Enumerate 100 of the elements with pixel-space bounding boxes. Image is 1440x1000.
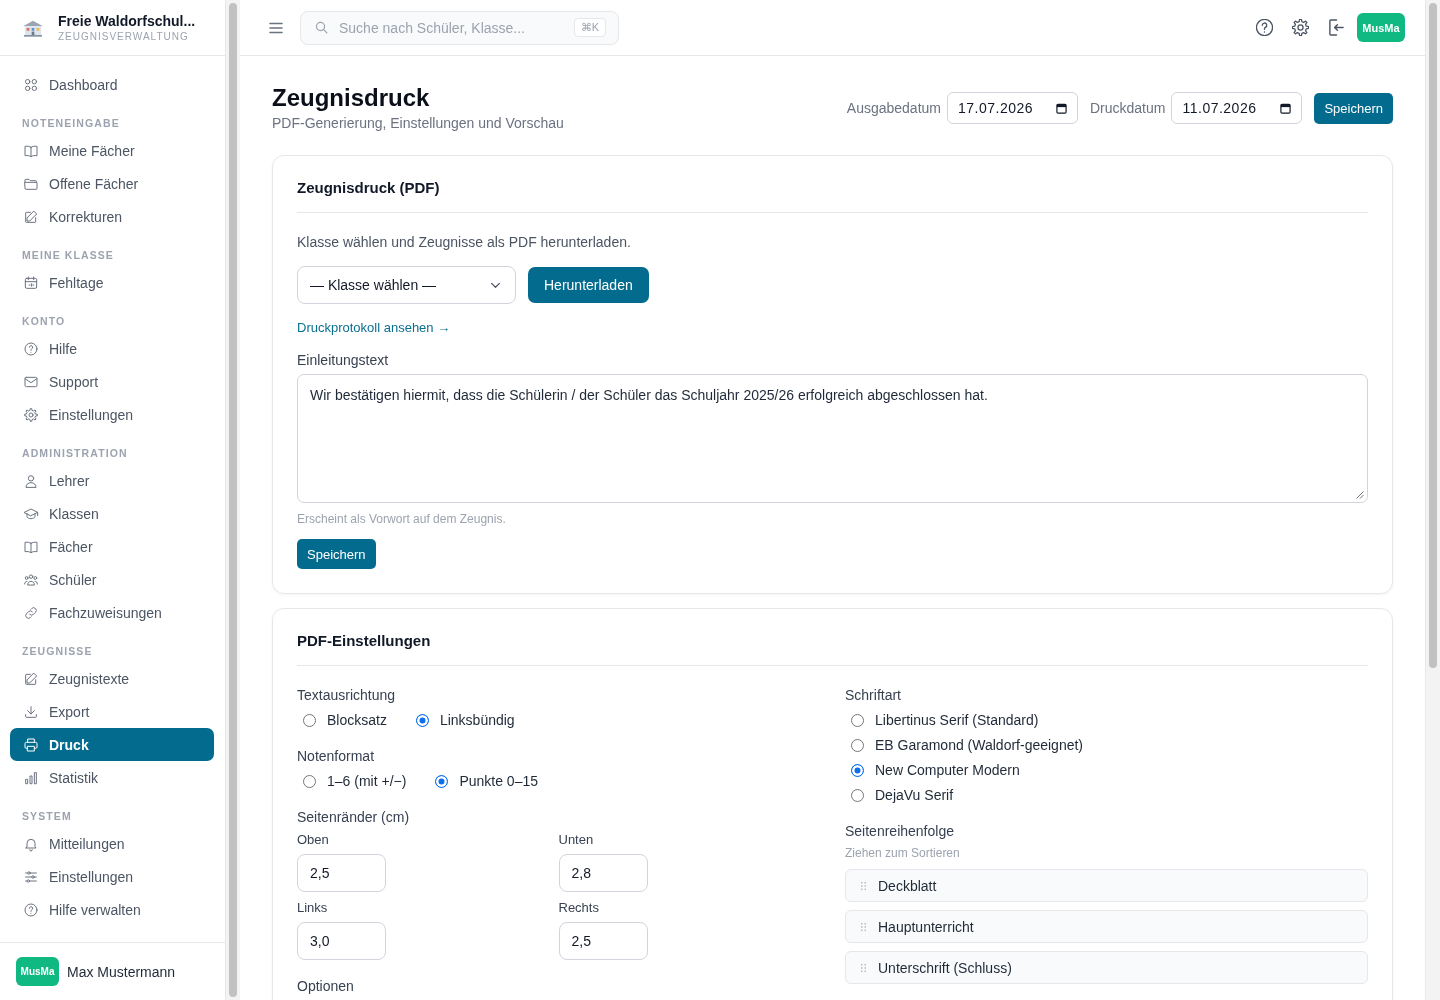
nav-item[interactable]: Zeugnistexte: [10, 662, 214, 695]
printer-icon: [23, 736, 39, 753]
radio-button[interactable]: [415, 713, 429, 727]
app-subtitle: ZEUGNISVERWALTUNG: [58, 29, 190, 43]
nav-item[interactable]: Druck: [10, 728, 214, 761]
nav-item[interactable]: Hilfe: [10, 332, 214, 365]
settings-icon: [23, 406, 39, 423]
option-label[interactable]: DejaVu Serif: [875, 785, 954, 805]
search-icon: [315, 21, 328, 34]
nav-item[interactable]: Fehltage: [10, 266, 214, 299]
option-label[interactable]: Blocksatz: [327, 710, 387, 730]
card-title: PDF-Einstellungen: [297, 631, 432, 651]
nav-item[interactable]: Fachzuweisungen: [10, 596, 214, 629]
nav-item[interactable]: Dashboard: [10, 68, 214, 101]
section-heading: NOTENEINGABE: [22, 116, 120, 130]
settings-icon: [1291, 19, 1309, 36]
nav-item[interactable]: Schüler: [10, 563, 214, 596]
margin-field[interactable]: 2,5: [297, 854, 386, 892]
field-label: Unten: [558, 832, 594, 848]
school-name: Freie Waldorfschul...: [58, 12, 196, 30]
scrollbar-thumb[interactable]: [1429, 3, 1437, 668]
section-heading: SYSTEM: [22, 809, 72, 823]
nav-item[interactable]: Export: [10, 695, 214, 728]
intro-textarea[interactable]: Wir bestätigen hiermit, dass die Schülerin / der Schüler das Schuljahr 2025/26 erfolgreich abgeschlossen hat.: [297, 374, 1368, 503]
calendar-icon: [1280, 102, 1292, 114]
field-label: Links: [297, 900, 328, 916]
pencil-square-icon: [23, 208, 39, 225]
drag-handle-icon[interactable]: [861, 962, 866, 973]
nav-item[interactable]: Klassen: [10, 497, 214, 530]
field-label: Druckdatum: [1090, 100, 1166, 116]
save-button[interactable]: Speichern: [297, 539, 376, 569]
nav-item[interactable]: Korrekturen: [10, 200, 214, 233]
nav-item[interactable]: Support: [10, 365, 214, 398]
section-heading: KONTO: [22, 314, 66, 328]
logout-icon: [1327, 19, 1345, 36]
description-text: Klasse wählen und Zeugnisse als PDF herunterladen.: [297, 233, 632, 252]
sortable-item[interactable]: Hauptunterricht: [845, 910, 1368, 943]
protocol-link[interactable]: Druckprotokoll ansehen →: [297, 319, 451, 337]
radio-button[interactable]: [303, 713, 316, 727]
nav-item[interactable]: Hilfe verwalten: [10, 893, 214, 926]
user-name: Max Mustermann: [67, 963, 176, 980]
people-icon: [23, 571, 39, 588]
nav-item[interactable]: Lehrer: [10, 464, 214, 497]
bar-chart-icon: [23, 769, 39, 786]
date-field[interactable]: 17.07.2026: [947, 92, 1078, 124]
shortcut-hint: ⌘K: [573, 18, 606, 37]
margin-field[interactable]: 2,5: [558, 922, 648, 960]
group-label: Optionen: [297, 977, 355, 996]
radio-button[interactable]: [851, 763, 864, 777]
group-label: Notenformat: [297, 747, 376, 766]
grid-icon: [23, 76, 39, 93]
drag-handle-icon[interactable]: [861, 921, 866, 932]
pencil-square-icon: [23, 670, 39, 687]
nav-item[interactable]: Statistik: [10, 761, 214, 794]
save-button[interactable]: Speichern: [1314, 92, 1393, 124]
option-label[interactable]: Linksbündig: [439, 710, 515, 730]
drag-handle-icon[interactable]: [861, 880, 866, 891]
nav-item[interactable]: Mitteilungen: [10, 827, 214, 860]
menu-icon: [269, 21, 283, 34]
school-building-icon: [22, 18, 44, 37]
radio-button[interactable]: [851, 713, 864, 727]
nav-item[interactable]: Einstellungen: [10, 860, 214, 893]
sliders-icon: [23, 868, 39, 885]
group-label: Schriftart: [845, 686, 902, 705]
section-heading: ADMINISTRATION: [22, 446, 128, 460]
field-label: Einleitungstext: [297, 351, 390, 370]
option-label[interactable]: EB Garamond (Waldorf-geeignet): [875, 735, 1084, 755]
option-label[interactable]: Libertinus Serif (Standard): [875, 710, 1039, 730]
sortable-item[interactable]: Unterschrift (Schluss): [845, 951, 1368, 984]
radio-button[interactable]: [435, 774, 449, 788]
nav-item[interactable]: Offene Fächer: [10, 167, 214, 200]
nav-item[interactable]: Fächer: [10, 530, 214, 563]
help-icon: [23, 901, 39, 918]
resize-handle-icon[interactable]: [1356, 491, 1364, 499]
margin-field[interactable]: 2,8: [558, 854, 648, 892]
chevron-down-icon: [490, 281, 501, 289]
calendar-icon: [23, 274, 39, 291]
group-label: Seitenreihenfolge: [845, 822, 955, 841]
class-select[interactable]: — Klasse wählen —: [297, 266, 516, 304]
option-label[interactable]: Punkte 0–15: [459, 771, 538, 791]
option-label[interactable]: New Computer Modern: [875, 760, 1020, 780]
hint-text: Ziehen zum Sortieren: [845, 845, 961, 861]
radio-button[interactable]: [303, 774, 316, 788]
help-icon: [1255, 19, 1273, 36]
card-title: Zeugnisdruck (PDF): [297, 178, 441, 198]
sortable-item[interactable]: Deckblatt: [845, 869, 1368, 902]
group-label: Textausrichtung: [297, 686, 397, 705]
field-label: Rechts: [558, 900, 599, 916]
field-label: Ausgabedatum: [846, 100, 941, 116]
nav-item[interactable]: Meine Fächer: [10, 134, 214, 167]
radio-button[interactable]: [851, 788, 864, 802]
person-icon: [23, 472, 39, 489]
link-icon: [23, 604, 39, 621]
option-label[interactable]: 1–6 (mit +/−): [327, 771, 407, 791]
radio-button[interactable]: [851, 738, 864, 752]
nav-item[interactable]: Einstellungen: [10, 398, 214, 431]
date-field[interactable]: 11.07.2026: [1171, 92, 1303, 124]
margin-field[interactable]: 3,0: [297, 922, 386, 960]
download-button[interactable]: Herunterladen: [528, 267, 649, 303]
download-icon: [23, 703, 39, 720]
